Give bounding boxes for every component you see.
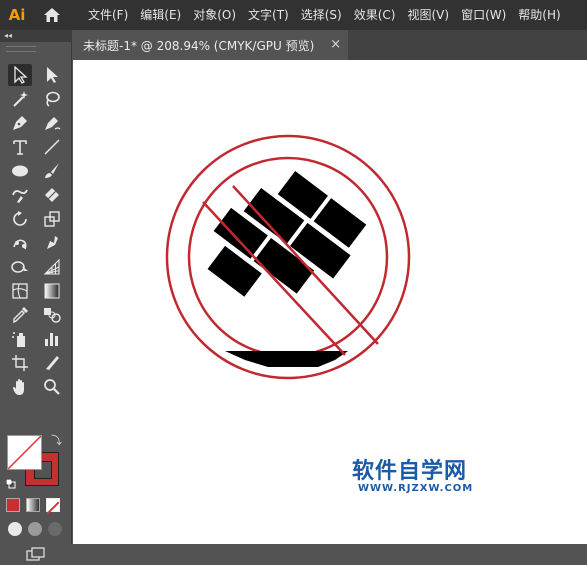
hand-icon[interactable] — [8, 376, 32, 398]
none-button[interactable] — [46, 498, 60, 515]
boat-base[interactable] — [225, 351, 348, 367]
document-tab-bar: 未标题-1* @ 208.94% (CMYK/GPU 预览) × — [73, 30, 587, 60]
selection-icon[interactable] — [8, 64, 32, 86]
panel-grip[interactable] — [6, 46, 36, 52]
panel-collapse-button[interactable]: ◂◂ — [0, 30, 72, 42]
menu-items: 文件(F) 编辑(E) 对象(O) 文字(T) 选择(S) 效果(C) 视图(V… — [82, 0, 567, 30]
eraser-icon[interactable] — [40, 184, 64, 206]
fill-stroke-swatches: ⤵ — [5, 432, 65, 492]
menu-type[interactable]: 文字(T) — [242, 0, 295, 30]
rotate-icon[interactable] — [8, 208, 32, 230]
paintbrush-icon[interactable] — [40, 160, 64, 182]
menu-edit[interactable]: 编辑(E) — [134, 0, 187, 30]
shape-builder-icon[interactable] — [8, 256, 32, 278]
draw-behind-icon[interactable] — [28, 522, 42, 536]
color-button[interactable] — [6, 498, 20, 512]
line-segment-icon[interactable] — [40, 136, 64, 158]
draw-inside-icon[interactable] — [48, 522, 62, 536]
drawing-mode-row — [8, 522, 62, 536]
fill-swatch[interactable] — [7, 435, 42, 470]
default-fill-stroke-icon[interactable] — [5, 474, 16, 489]
menu-file[interactable]: 文件(F) — [82, 0, 134, 30]
blend-icon[interactable] — [40, 304, 64, 326]
menu-object[interactable]: 对象(O) — [187, 0, 242, 30]
slice-icon[interactable] — [40, 352, 64, 374]
curvature-icon[interactable] — [40, 112, 64, 134]
pen-icon[interactable] — [8, 112, 32, 134]
type-icon[interactable] — [8, 136, 32, 158]
puppet-warp-icon[interactable] — [8, 232, 32, 254]
column-graph-icon[interactable] — [40, 328, 64, 350]
direct-selection-icon[interactable] — [40, 64, 64, 86]
menu-view[interactable]: 视图(V) — [401, 0, 455, 30]
close-tab-icon[interactable]: × — [330, 30, 341, 60]
artboard-icon[interactable] — [8, 352, 32, 374]
magic-wand-icon[interactable] — [8, 88, 32, 110]
ellipse-icon[interactable] — [8, 160, 32, 182]
watermark-text: 软件自学网 — [352, 459, 468, 484]
gradient-button[interactable] — [26, 498, 40, 512]
draw-normal-icon[interactable] — [8, 522, 22, 536]
mesh-icon[interactable] — [8, 280, 32, 302]
eyedropper-icon[interactable] — [8, 304, 32, 326]
shaper-icon[interactable] — [8, 184, 32, 206]
app-logo: Ai — [8, 6, 26, 24]
color-mode-row — [6, 498, 60, 515]
tools-panel: ◂◂ ⤵ — [0, 30, 72, 561]
perspective-grid-icon[interactable] — [40, 256, 64, 278]
menu-select[interactable]: 选择(S) — [295, 0, 348, 30]
home-icon[interactable] — [42, 5, 62, 25]
gradient-icon[interactable] — [40, 280, 64, 302]
menu-window[interactable]: 窗口(W) — [455, 0, 512, 30]
artwork[interactable] — [73, 60, 587, 544]
menu-bar: Ai 文件(F) 编辑(E) 对象(O) 文字(T) 选择(S) 效果(C) 视… — [0, 0, 587, 30]
screen-mode-icon[interactable] — [26, 546, 46, 561]
scale-icon[interactable] — [40, 208, 64, 230]
document-tab[interactable]: 未标题-1* @ 208.94% (CMYK/GPU 预览) × — [73, 30, 348, 60]
artboard-canvas[interactable]: 软件自学网 WWW.RJZXW.COM — [73, 60, 587, 544]
watermark-url: WWW.RJZXW.COM — [358, 483, 474, 494]
symbol-sprayer-icon[interactable] — [8, 328, 32, 350]
menu-effect[interactable]: 效果(C) — [348, 0, 402, 30]
lasso-icon[interactable] — [40, 88, 64, 110]
swap-fill-stroke-icon[interactable]: ⤵ — [51, 432, 62, 448]
free-transform-icon[interactable] — [40, 232, 64, 254]
document-tab-title: 未标题-1* @ 208.94% (CMYK/GPU 预览) — [83, 38, 315, 53]
menu-help[interactable]: 帮助(H) — [512, 0, 566, 30]
zoom-icon[interactable] — [40, 376, 64, 398]
